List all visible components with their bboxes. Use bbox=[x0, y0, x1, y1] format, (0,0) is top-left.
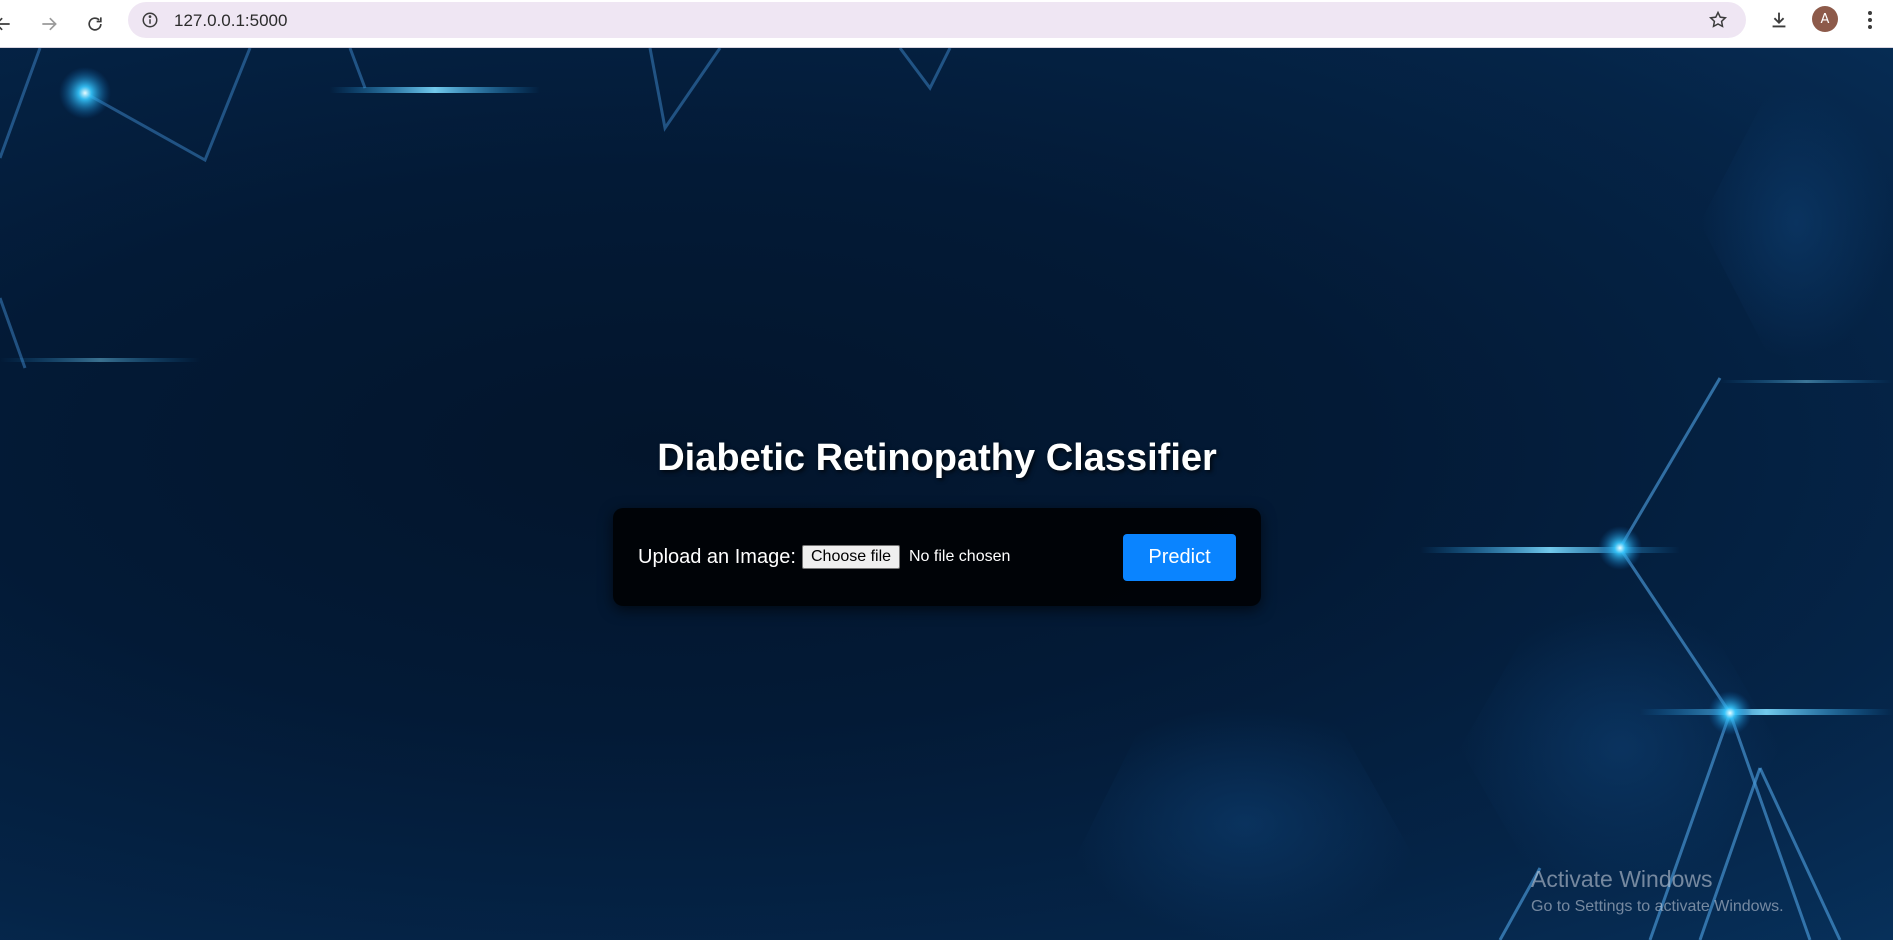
choose-file-button[interactable]: Choose file bbox=[802, 545, 901, 569]
page-background: Diabetic Retinopathy Classifier Upload a… bbox=[0, 48, 1893, 940]
file-status-text: No file chosen bbox=[909, 548, 1011, 565]
watermark-title: Activate Windows bbox=[1531, 866, 1713, 892]
reload-icon[interactable] bbox=[78, 7, 112, 41]
light-streak bbox=[1640, 709, 1893, 715]
upload-form: Upload an Image: Choose file No file cho… bbox=[613, 508, 1261, 606]
hexagon-shape bbox=[1070, 708, 1420, 940]
watermark-subtitle: Go to Settings to activate Windows. bbox=[1531, 898, 1784, 915]
forward-arrow-icon[interactable] bbox=[32, 7, 66, 41]
download-icon[interactable] bbox=[1764, 5, 1794, 35]
star-icon[interactable] bbox=[1704, 6, 1732, 34]
light-streak bbox=[330, 87, 540, 93]
url-text[interactable]: 127.0.0.1:5000 bbox=[174, 11, 287, 31]
back-arrow-icon[interactable] bbox=[0, 7, 20, 41]
glow-node bbox=[1598, 526, 1642, 570]
light-streak bbox=[1720, 380, 1893, 383]
windows-activation-watermark: Activate Windows Go to Settings to activ… bbox=[1531, 865, 1784, 918]
light-streak bbox=[0, 358, 200, 362]
hexagon-shape bbox=[1700, 88, 1893, 358]
kebab-menu-icon[interactable] bbox=[1858, 5, 1882, 35]
address-bar[interactable]: 127.0.0.1:5000 bbox=[128, 2, 1746, 38]
background-network-art bbox=[0, 48, 1893, 940]
predict-button[interactable]: Predict bbox=[1123, 534, 1236, 581]
network-lines-top-left bbox=[0, 48, 952, 369]
info-icon[interactable] bbox=[136, 6, 164, 34]
page-title: Diabetic Retinopathy Classifier bbox=[657, 437, 1217, 479]
browser-toolbar: 127.0.0.1:5000 A bbox=[0, 0, 1893, 48]
upload-label: Upload an Image: bbox=[638, 546, 796, 568]
glow-node bbox=[59, 67, 111, 119]
avatar[interactable]: A bbox=[1812, 6, 1838, 32]
glow-node bbox=[1708, 691, 1752, 735]
title-wrapper: Diabetic Retinopathy Classifier bbox=[613, 434, 1261, 482]
